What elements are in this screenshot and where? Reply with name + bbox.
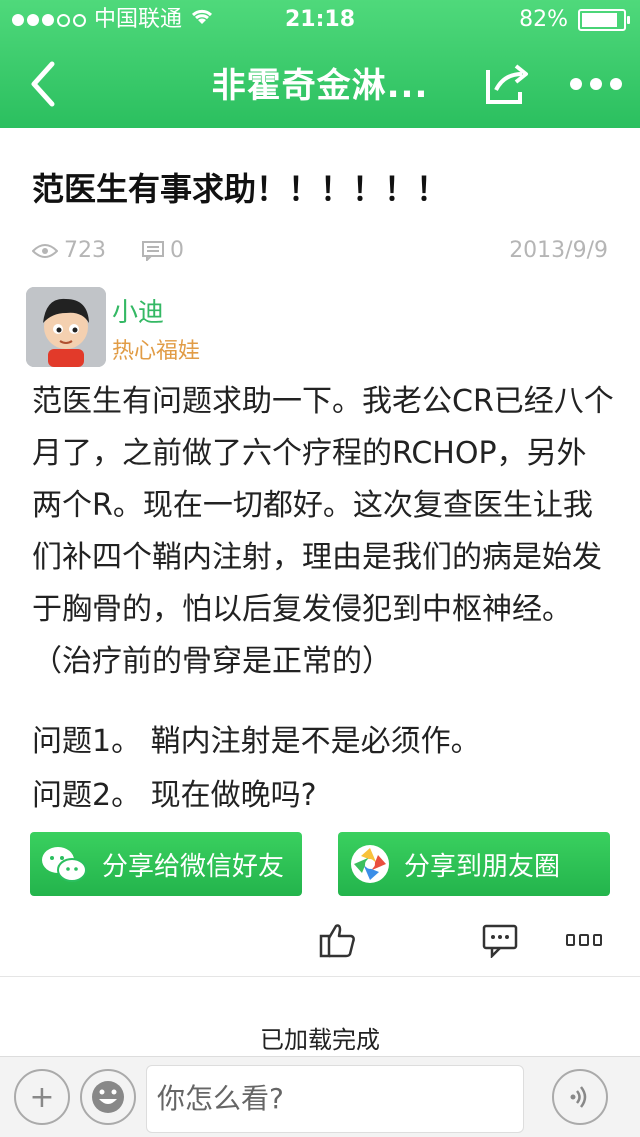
chevron-left-icon [31,61,55,107]
emoji-button[interactable] [80,1069,136,1125]
moments-icon [351,845,389,883]
comment-button[interactable] [482,924,518,960]
question-1: 问题1。 鞘内注射是不是必须作。 [32,724,481,759]
post-body: 范医生有问题求助一下。我老公CR已经八个月了，之前做了六个疗程的RCHOP，另外… [32,376,616,688]
battery-icon [578,9,630,31]
post-more-button[interactable] [566,934,602,948]
navigation-bar: 非霍奇金淋... [0,40,640,128]
author-badge: 热心福娃 [112,339,201,364]
share-moments-label: 分享到朋友圈 [404,851,561,882]
page-title: 非霍奇金淋... [211,66,429,106]
share-icon [486,64,528,104]
square-dot-icon [592,934,602,946]
thumbs-up-icon [319,924,355,958]
comment-bubble-icon [482,924,518,960]
loaded-status: 已加载完成 [260,1026,380,1054]
share-wechat-label: 分享给微信好友 [102,851,285,882]
square-dot-icon [579,934,589,946]
battery-percentage: 82% [519,7,568,32]
question-2: 问题2。 现在做晚吗? [32,778,317,813]
like-button[interactable] [318,920,358,960]
share-button[interactable] [482,60,534,108]
dot-icon [610,78,622,90]
add-button[interactable]: + [14,1069,70,1125]
share-moments-button[interactable]: 分享到朋友圈 [338,832,610,896]
comments-value: 0 [170,238,184,263]
status-bar: 中国联通 21:18 82% [0,0,640,40]
voice-icon [570,1086,587,1108]
divider [0,976,640,977]
comments-count: 0 [142,238,184,263]
smiley-icon [92,1081,124,1113]
plus-icon: + [29,1079,55,1115]
comment-input-bar: + 你怎么看? [0,1056,640,1137]
wechat-icon [42,847,87,882]
back-button[interactable] [24,56,64,112]
avatar[interactable] [26,287,106,367]
voice-button[interactable] [552,1069,608,1125]
post-title: 范医生有事求助！！！！！！ [32,170,449,208]
views-value: 723 [64,238,106,263]
author-name[interactable]: 小迪 [112,292,164,329]
square-dot-icon [566,934,576,946]
more-options-button[interactable] [570,70,622,98]
views-count: 723 [32,238,106,263]
dot-icon [570,78,582,90]
top-bar: 中国联通 21:18 82% 非霍奇金淋... [0,0,640,128]
dot-icon [590,78,602,90]
eye-icon [32,243,58,258]
post-date: 2013/9/9 [509,238,608,263]
comment-input[interactable]: 你怎么看? [146,1065,524,1133]
avatar-illustration [26,287,106,367]
share-wechat-button[interactable]: 分享给微信好友 [30,832,302,896]
comment-icon [142,240,164,261]
post-meta: 723 0 2013/9/9 [32,232,608,268]
status-right: 82% [519,0,630,40]
post-actions [0,920,640,968]
post-body-text: 范医生有问题求助一下。我老公CR已经八个月了，之前做了六个疗程的RCHOP，另外… [32,384,614,679]
